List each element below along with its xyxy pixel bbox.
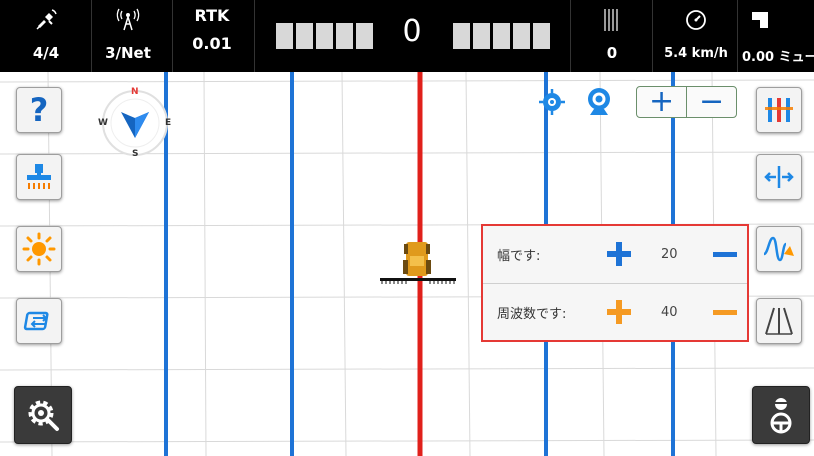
road-icon: [765, 307, 793, 335]
width-value: 20: [661, 247, 678, 262]
area-status: 0.00 ミュー: [740, 0, 814, 72]
antenna-icon: [115, 6, 141, 34]
guidance-lines-button[interactable]: [756, 87, 802, 133]
frequency-plus-button[interactable]: [607, 300, 631, 324]
webcam-icon: [588, 88, 610, 115]
satellite-count: 4/4: [32, 44, 60, 62]
gear-wrench-icon: [28, 400, 59, 431]
line-count-status: 0: [584, 0, 640, 72]
compass[interactable]: N S E W: [98, 86, 172, 160]
network-status: 3/Net: [98, 0, 158, 72]
frequency-label: 周波数です:: [497, 307, 567, 322]
switch-line-button[interactable]: [16, 298, 62, 344]
zoom-out-button[interactable]: −: [687, 87, 736, 117]
camera-view-button[interactable]: [584, 86, 614, 118]
rtk-label: RTK: [194, 6, 230, 25]
brightness-button[interactable]: [16, 226, 62, 272]
line-count-value: 0: [606, 44, 618, 62]
driver-steering-icon: [770, 398, 792, 434]
swap-icon: [23, 311, 49, 331]
sprayer-icon: [27, 164, 51, 189]
frequency-row: 周波数です: 40: [483, 284, 747, 341]
line-bars-icon: [602, 6, 622, 34]
compass-south: S: [132, 149, 139, 159]
offset-value: 0: [402, 14, 422, 49]
frequency-value: 40: [661, 305, 678, 320]
zoom-in-button[interactable]: +: [637, 87, 686, 117]
satellite-status: 4/4: [18, 0, 74, 72]
width-row: 幅です: 20: [483, 226, 747, 283]
help-button[interactable]: ?: [16, 87, 62, 133]
path-view-button[interactable]: [756, 298, 802, 344]
speed-value: 5.4 km/h: [664, 46, 728, 61]
compass-west: W: [98, 118, 108, 128]
width-label: 幅です:: [497, 249, 541, 264]
steering-tuning-button[interactable]: [756, 226, 802, 272]
sun-icon: [22, 232, 56, 266]
network-value: 3/Net: [105, 44, 151, 62]
width-plus-button[interactable]: [607, 242, 631, 266]
autosteer-button[interactable]: [752, 386, 810, 444]
rtk-value: 0.01: [192, 34, 232, 53]
locate-button[interactable]: [537, 87, 567, 117]
shift-arrows-icon: [764, 166, 794, 188]
status-bar: 4/4 3/Net RTK 0.01 0 0 5.4 km/h 0.00 ミュー: [0, 0, 814, 72]
parallel-lines-icon: [765, 98, 793, 122]
speedometer-icon: [685, 6, 707, 34]
crosshair-icon: [539, 89, 565, 115]
implement-button[interactable]: [16, 154, 62, 200]
settings-button[interactable]: [14, 386, 72, 444]
question-icon: ?: [29, 91, 49, 129]
speed-status: 5.4 km/h: [656, 0, 736, 72]
compass-north: N: [131, 87, 139, 97]
compass-east: E: [165, 118, 172, 128]
wave-icon: [763, 236, 794, 262]
width-minus-button[interactable]: [713, 252, 737, 257]
rtk-status: RTK 0.01: [180, 0, 244, 72]
area-value: 0.00 ミュー: [742, 50, 814, 65]
shift-line-button[interactable]: [756, 154, 802, 200]
zoom-control: + −: [636, 86, 737, 118]
tuning-panel: 幅です: 20 周波数です: 40: [481, 224, 749, 342]
frequency-minus-button[interactable]: [713, 310, 737, 315]
satellite-icon: [34, 6, 58, 34]
area-square-icon: [740, 6, 780, 34]
